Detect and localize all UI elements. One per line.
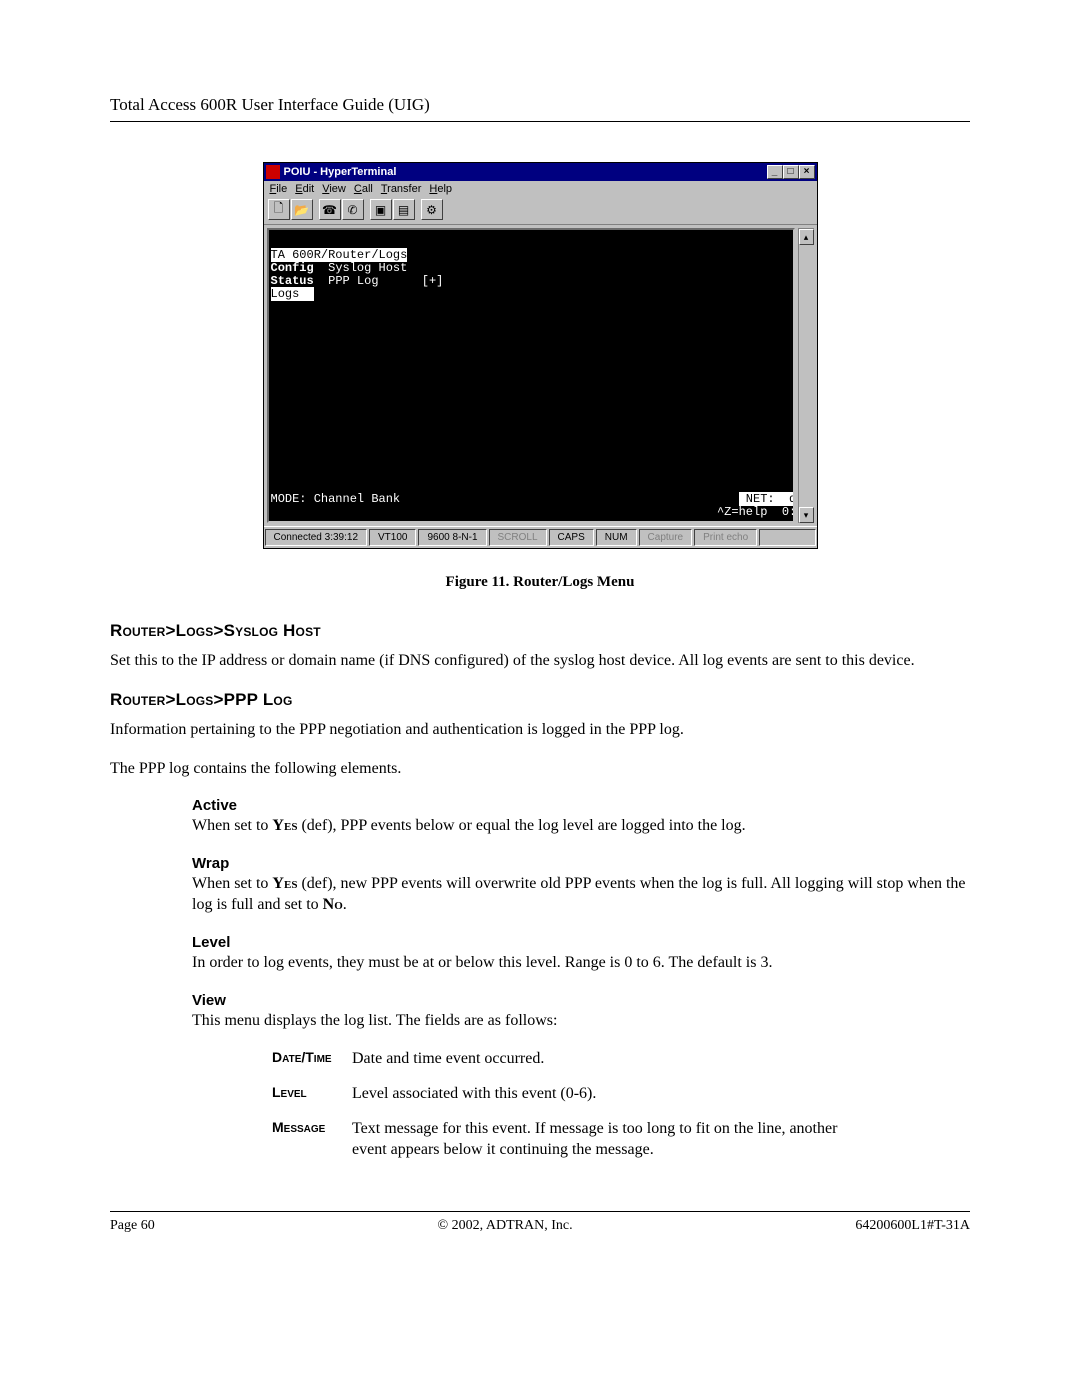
app-icon bbox=[266, 165, 280, 179]
element-text-level: In order to log events, they must be at … bbox=[192, 953, 970, 974]
element-heading-wrap: Wrap bbox=[192, 855, 970, 872]
window-title: POIU - HyperTerminal bbox=[284, 166, 767, 178]
status-print: Print echo bbox=[694, 529, 757, 546]
status-emulation: VT100 bbox=[369, 529, 416, 546]
table-row: Message Text message for this event. If … bbox=[272, 1119, 970, 1161]
status-scroll: SCROLL bbox=[489, 529, 547, 546]
status-caps: CAPS bbox=[549, 529, 594, 546]
menubar: File Edit View Call Transfer Help bbox=[264, 181, 817, 197]
close-button[interactable]: × bbox=[799, 165, 815, 179]
page-header-title: Total Access 600R User Interface Guide (… bbox=[110, 95, 970, 115]
maximize-button[interactable]: □ bbox=[783, 165, 799, 179]
field-desc-level: Level associated with this event (0-6). bbox=[352, 1084, 596, 1105]
element-heading-view: View bbox=[192, 992, 970, 1009]
status-spacer bbox=[759, 529, 815, 546]
section-heading-syslog: Router>Logs>Syslog Host bbox=[110, 621, 970, 641]
element-text-active: When set to Yes (def), PPP events below … bbox=[192, 816, 970, 837]
section-text-ppp-1: Information pertaining to the PPP negoti… bbox=[110, 720, 970, 741]
toolbar-send-icon[interactable]: ▣ bbox=[370, 199, 392, 220]
toolbar-connect-icon[interactable]: ☎ bbox=[319, 199, 341, 220]
terminal-scrollbar[interactable]: ▴ ▾ bbox=[798, 228, 814, 523]
field-label-level: Level bbox=[272, 1084, 352, 1105]
toolbar-disconnect-icon[interactable]: ✆ bbox=[342, 199, 364, 220]
field-desc-datetime: Date and time event occurred. bbox=[352, 1049, 544, 1070]
toolbar-properties-icon[interactable]: ⚙ bbox=[421, 199, 443, 220]
footer-docnum: 64200600L1#T-31A bbox=[855, 1218, 970, 1234]
element-text-view: This menu displays the log list. The fie… bbox=[192, 1011, 970, 1032]
status-num: NUM bbox=[596, 529, 637, 546]
header-rule bbox=[110, 121, 970, 122]
footer-copyright: © 2002, ADTRAN, Inc. bbox=[438, 1218, 573, 1234]
figure-caption: Figure 11. Router/Logs Menu bbox=[110, 574, 970, 591]
menu-transfer[interactable]: Transfer bbox=[381, 183, 422, 195]
status-connected: Connected 3:39:12 bbox=[265, 529, 368, 546]
status-settings: 9600 8-N-1 bbox=[418, 529, 486, 546]
footer-page: Page 60 bbox=[110, 1218, 155, 1234]
window-titlebar: POIU - HyperTerminal _ □ × bbox=[264, 163, 817, 181]
element-heading-active: Active bbox=[192, 797, 970, 814]
terminal-output: TA 600R/Router/Logs Config Syslog Host S… bbox=[267, 228, 795, 523]
menu-view[interactable]: View bbox=[322, 183, 346, 195]
menu-edit[interactable]: Edit bbox=[295, 183, 314, 195]
scroll-up-icon[interactable]: ▴ bbox=[799, 229, 814, 245]
status-capture: Capture bbox=[639, 529, 693, 546]
section-text-syslog: Set this to the IP address or domain nam… bbox=[110, 651, 970, 672]
scroll-down-icon[interactable]: ▾ bbox=[799, 507, 814, 523]
element-text-wrap: When set to Yes (def), new PPP events wi… bbox=[192, 874, 970, 916]
field-desc-message: Text message for this event. If message … bbox=[352, 1119, 862, 1161]
section-text-ppp-2: The PPP log contains the following eleme… bbox=[110, 759, 970, 780]
table-row: Date/Time Date and time event occurred. bbox=[272, 1049, 970, 1070]
field-label-datetime: Date/Time bbox=[272, 1049, 352, 1070]
section-heading-ppp: Router>Logs>PPP Log bbox=[110, 690, 970, 710]
toolbar-receive-icon[interactable]: ▤ bbox=[393, 199, 415, 220]
page-footer: Page 60 © 2002, ADTRAN, Inc. 64200600L1#… bbox=[110, 1218, 970, 1234]
view-fields-table: Date/Time Date and time event occurred. … bbox=[272, 1049, 970, 1160]
hyperterminal-window: POIU - HyperTerminal _ □ × File Edit Vie… bbox=[263, 162, 818, 549]
toolbar: 🗋 📂 ☎ ✆ ▣ ▤ ⚙ bbox=[264, 197, 817, 225]
menu-help[interactable]: Help bbox=[429, 183, 452, 195]
menu-call[interactable]: Call bbox=[354, 183, 373, 195]
toolbar-open-icon[interactable]: 📂 bbox=[291, 199, 313, 220]
statusbar: Connected 3:39:12 VT100 9600 8-N-1 SCROL… bbox=[264, 526, 817, 548]
footer-rule bbox=[110, 1211, 970, 1212]
element-heading-level: Level bbox=[192, 934, 970, 951]
menu-file[interactable]: File bbox=[270, 183, 288, 195]
minimize-button[interactable]: _ bbox=[767, 165, 783, 179]
field-label-message: Message bbox=[272, 1119, 352, 1161]
table-row: Level Level associated with this event (… bbox=[272, 1084, 970, 1105]
toolbar-new-icon[interactable]: 🗋 bbox=[268, 199, 290, 220]
